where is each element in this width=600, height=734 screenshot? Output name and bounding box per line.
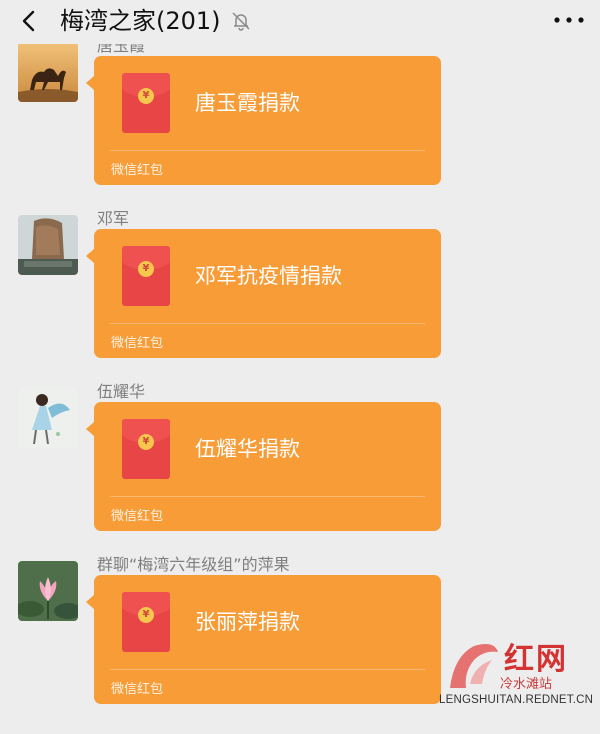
avatar[interactable] xyxy=(18,215,78,275)
watermark-sub: 冷水滩站 xyxy=(500,677,553,692)
red-packet-title: 伍耀华捐款 xyxy=(195,437,300,461)
red-packet-label: 微信红包 xyxy=(111,509,164,524)
message-item: 伍耀华 ¥ 伍耀华捐款 微信红包 xyxy=(0,382,600,558)
avatar[interactable] xyxy=(18,42,78,102)
chat-title: 梅湾之家(201) xyxy=(60,7,221,35)
watermark-name: 红网 xyxy=(504,642,568,677)
watermark-url: LENGSHUITAN.REDNET.CN xyxy=(439,694,594,706)
red-packet-label: 微信红包 xyxy=(111,682,164,697)
avatar[interactable] xyxy=(18,388,78,448)
red-envelope-icon: ¥ xyxy=(122,246,170,306)
divider xyxy=(110,496,425,497)
red-envelope-icon: ¥ xyxy=(122,419,170,479)
message-item: 唐玉霞 ¥ 唐玉霞捐款 微信红包 xyxy=(0,36,600,212)
sender-name: 群聊“梅湾六年级组”的萍果 xyxy=(97,555,290,574)
avatar[interactable] xyxy=(18,561,78,621)
red-packet[interactable]: ¥ 唐玉霞捐款 微信红包 xyxy=(86,56,441,185)
rednet-logo-icon xyxy=(450,644,498,688)
divider xyxy=(110,323,425,324)
red-packet-label: 微信红包 xyxy=(111,336,164,351)
more-dots-icon[interactable] xyxy=(552,10,586,30)
sender-name: 邓军 xyxy=(97,209,130,228)
red-packet-label: 微信红包 xyxy=(111,163,164,178)
message-item: 邓军 ¥ 邓军抗疫情捐款 微信红包 xyxy=(0,209,600,385)
red-packet[interactable]: ¥ 邓军抗疫情捐款 微信红包 xyxy=(86,229,441,358)
divider xyxy=(110,150,425,151)
sender-name: 伍耀华 xyxy=(97,382,146,401)
red-packet-title: 唐玉霞捐款 xyxy=(195,91,300,115)
red-envelope-icon: ¥ xyxy=(122,73,170,133)
red-packet-title: 张丽萍捐款 xyxy=(195,610,300,634)
red-packet-title: 邓军抗疫情捐款 xyxy=(195,264,342,288)
red-packet[interactable]: ¥ 张丽萍捐款 微信红包 xyxy=(86,575,441,704)
red-envelope-icon: ¥ xyxy=(122,592,170,652)
red-packet[interactable]: ¥ 伍耀华捐款 微信红包 xyxy=(86,402,441,531)
divider xyxy=(110,669,425,670)
bell-off-icon xyxy=(232,12,250,31)
watermark: 红网 冷水滩站 LENGSHUITAN.REDNET.CN xyxy=(436,636,600,734)
chat-header: 梅湾之家(201) xyxy=(0,0,600,44)
chevron-left-icon[interactable] xyxy=(18,9,42,33)
